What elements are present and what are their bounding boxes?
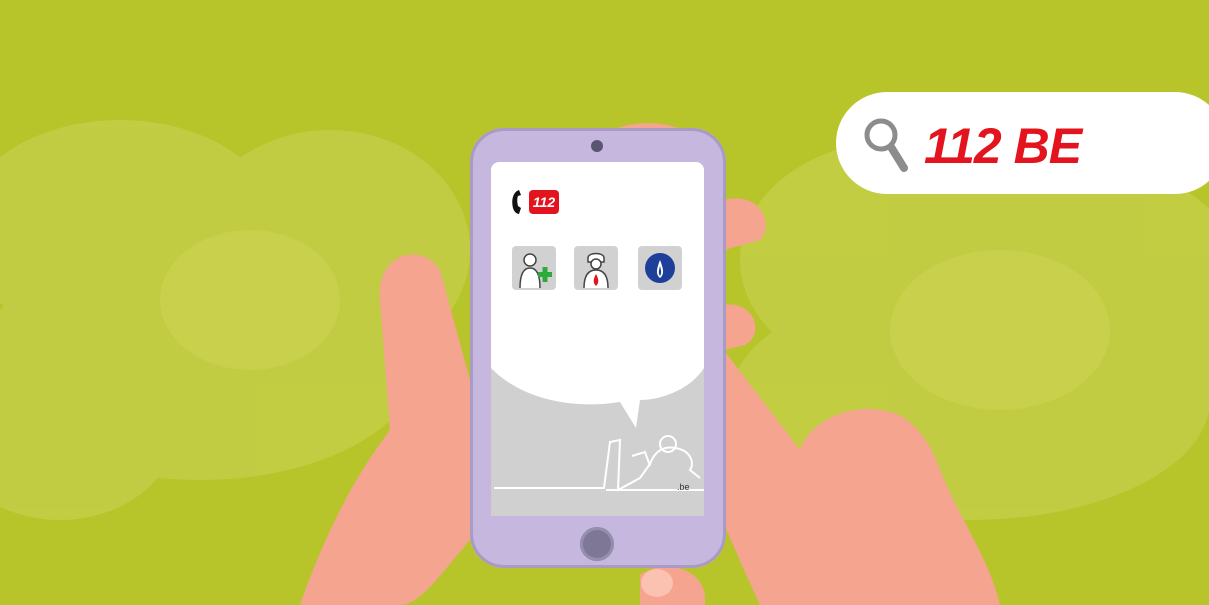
firefighter-icon <box>583 252 609 289</box>
home-button[interactable] <box>580 527 614 561</box>
ambulance-icon <box>519 253 552 289</box>
site-domain-label: .be <box>677 482 690 492</box>
police-service-button[interactable] <box>638 246 682 290</box>
speech-bubble-illustration <box>491 311 704 492</box>
fire-service-button[interactable] <box>574 246 618 290</box>
police-icon <box>645 253 675 283</box>
app-logo: 112 <box>509 188 559 216</box>
emergency-number-badge: 112 <box>529 190 559 214</box>
phone-handset-icon <box>512 190 521 214</box>
ambulance-service-button[interactable] <box>512 246 556 290</box>
